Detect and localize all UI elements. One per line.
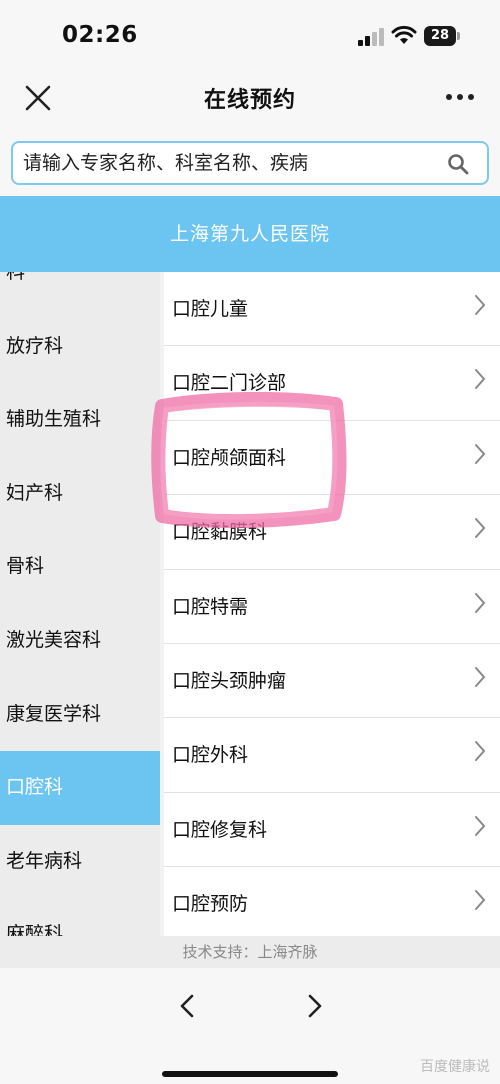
department-item[interactable]: 科 xyxy=(0,272,160,310)
battery-level: 28 xyxy=(424,26,456,46)
forward-arrow-icon[interactable] xyxy=(296,988,332,1024)
sub-department-label: 口腔黏膜科 xyxy=(172,521,268,544)
department-item[interactable]: 麻醉科 xyxy=(0,898,160,936)
battery-icon: 28 xyxy=(424,26,460,46)
sub-department-item[interactable]: 口腔黏膜科 xyxy=(164,495,500,570)
department-item[interactable]: 放疗科 xyxy=(0,309,160,384)
wifi-icon xyxy=(391,25,417,44)
sub-department-label: 口腔颅颌面科 xyxy=(172,446,287,469)
department-item-active[interactable]: 口腔科 xyxy=(0,751,160,825)
more-options-icon[interactable] xyxy=(446,94,476,102)
sub-department-item[interactable]: 口腔二门诊部 xyxy=(164,346,500,421)
department-item[interactable]: 激光美容科 xyxy=(0,603,160,678)
chevron-right-icon xyxy=(475,890,486,911)
browser-toolbar: 百度健康说 xyxy=(0,968,500,1084)
watermark: 百度健康说 xyxy=(420,1059,490,1075)
sub-department-item[interactable]: 口腔修复科 xyxy=(164,792,500,868)
sub-department-item[interactable]: 口腔特需 xyxy=(164,569,500,644)
sub-department-item[interactable]: 口腔儿童 xyxy=(164,272,500,347)
sub-department-label: 口腔儿童 xyxy=(172,298,249,320)
hospital-banner: 上海第九人民医院 xyxy=(0,196,500,272)
sub-department-item[interactable]: 口腔颅颌面科 xyxy=(164,420,500,496)
department-item[interactable]: 妇产科 xyxy=(0,456,160,531)
sub-department-item[interactable]: 口腔预防 xyxy=(164,867,500,936)
search-bar xyxy=(0,132,500,196)
sub-department-label: 口腔预防 xyxy=(172,893,249,916)
department-item[interactable]: 康复医学科 xyxy=(0,677,160,752)
nav-bar: 在线预约 xyxy=(0,64,500,132)
department-item[interactable]: 辅助生殖科 xyxy=(0,383,160,457)
department-browser: 科 放疗科 辅助生殖科 妇产科 骨科 激光美容科 康复医学科 口腔科 老年病科 … xyxy=(0,272,500,936)
sub-department-item[interactable]: 口腔外科 xyxy=(164,718,500,793)
sub-department-list: 口腔儿童 口腔二门诊部 口腔颅颌面科 口腔黏膜科 口腔特需 口腔头颈肿瘤 口腔外… xyxy=(164,272,500,936)
chevron-right-icon xyxy=(475,741,486,762)
search-input[interactable] xyxy=(23,149,433,177)
sub-department-label: 口腔外科 xyxy=(172,744,249,767)
page-title: 在线预约 xyxy=(203,88,296,113)
sub-department-label: 口腔头颈肿瘤 xyxy=(172,669,287,692)
chevron-right-icon xyxy=(475,518,486,539)
department-list: 科 放疗科 辅助生殖科 妇产科 骨科 激光美容科 康复医学科 口腔科 老年病科 … xyxy=(0,272,160,936)
chevron-right-icon xyxy=(475,592,486,613)
sub-department-item[interactable]: 口腔头颈肿瘤 xyxy=(164,643,500,719)
chevron-right-icon xyxy=(475,369,486,390)
status-time: 02:26 xyxy=(62,22,138,48)
chevron-right-icon xyxy=(475,443,486,464)
department-item[interactable]: 老年病科 xyxy=(0,824,160,899)
sub-department-label: 口腔修复科 xyxy=(172,818,268,841)
cellular-signal-icon xyxy=(358,28,384,46)
chevron-right-icon xyxy=(475,295,486,315)
tech-support-footer: 技术支持：上海齐脉 xyxy=(0,936,500,968)
search-box[interactable] xyxy=(11,141,489,185)
back-arrow-icon[interactable] xyxy=(170,988,206,1024)
chevron-right-icon xyxy=(475,666,486,687)
department-item[interactable]: 骨科 xyxy=(0,530,160,604)
sub-department-label: 口腔特需 xyxy=(172,595,249,618)
search-icon[interactable] xyxy=(447,153,469,175)
chevron-right-icon xyxy=(475,815,486,836)
status-bar: 02:26 28 xyxy=(0,0,500,64)
home-indicator xyxy=(162,1071,338,1077)
sub-department-label: 口腔二门诊部 xyxy=(172,372,287,395)
